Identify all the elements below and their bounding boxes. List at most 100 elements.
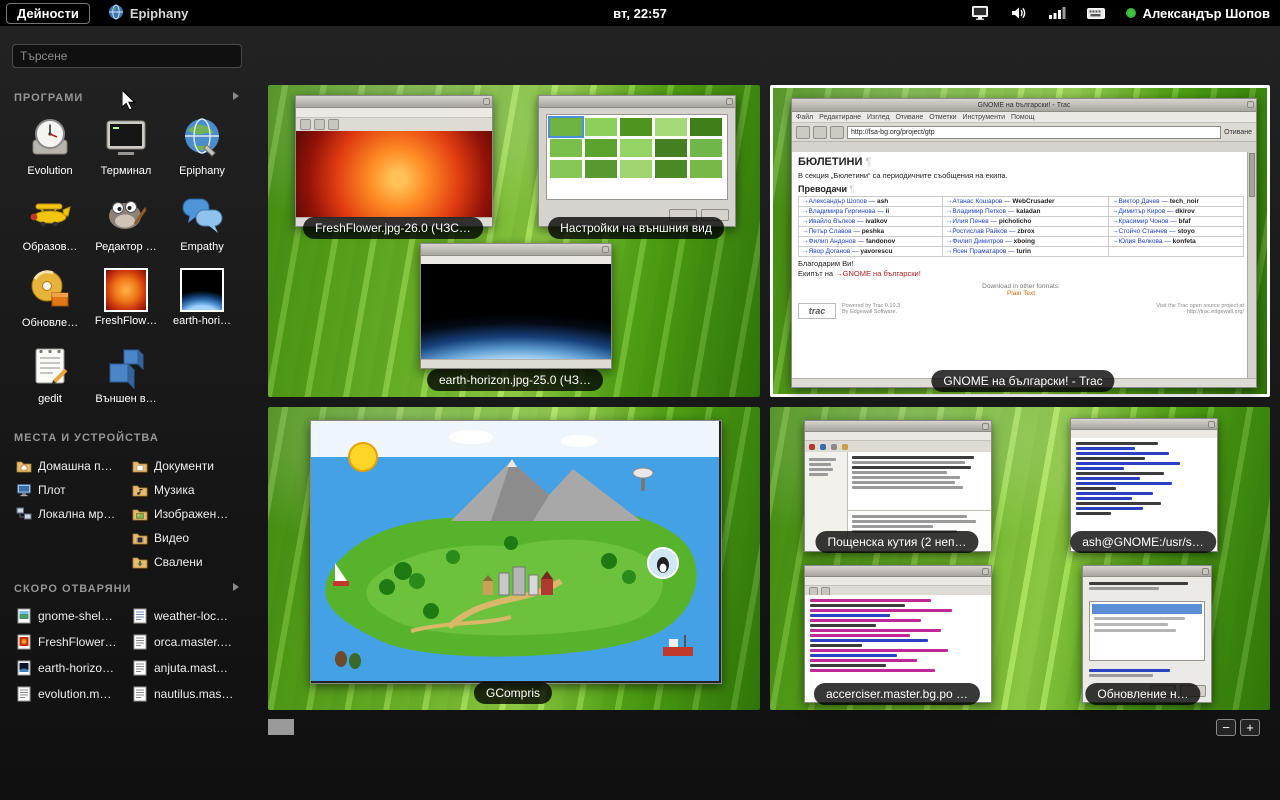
video-folder-icon — [132, 530, 148, 546]
app-empathy[interactable]: Empathy — [166, 190, 238, 264]
window-title-pill[interactable]: Настройки на външния вид — [548, 217, 724, 239]
place-home[interactable]: Домашна п… — [16, 458, 128, 474]
window-earth-viewer[interactable] — [420, 243, 612, 369]
search-input[interactable] — [12, 44, 242, 68]
update-list — [1089, 601, 1205, 661]
empathy-chat-icon — [178, 190, 226, 238]
app-label: gedit — [14, 393, 86, 405]
app-earth-horizon-file[interactable]: earth-hori… — [166, 266, 238, 340]
text-file-icon — [16, 686, 32, 702]
window-titlebar — [1071, 419, 1217, 430]
window-trac-browser[interactable]: GNOME на български! - Trac Файл Редактир… — [791, 98, 1257, 388]
pictures-folder-icon — [132, 506, 148, 522]
paragraph-mark: ¶ — [865, 156, 871, 168]
recent-orca-master[interactable]: orca.master.… — [132, 634, 244, 650]
volume-icon[interactable] — [1010, 5, 1028, 21]
close-icon — [982, 423, 989, 430]
app-gimp[interactable]: Редактор … — [90, 190, 162, 264]
programs-expand-icon[interactable] — [233, 92, 239, 100]
workspace-1[interactable]: FreshFlower.jpg-26.0 (ЧЗС… Настройки на … — [268, 85, 760, 397]
titlebar-text: GNOME на български! - Trac — [978, 102, 1071, 109]
window-freshflower-viewer[interactable] — [295, 95, 493, 227]
network-signal-icon[interactable] — [1048, 5, 1066, 21]
window-title-pill[interactable]: Обновление н… — [1085, 683, 1200, 705]
window-titlebar — [539, 96, 735, 108]
desktop-icon — [16, 482, 32, 498]
scrollbar[interactable] — [1247, 152, 1256, 379]
window-title-pill[interactable]: ash@GNOME:/usr/s… — [1070, 531, 1216, 553]
footer-link[interactable]: http://trac.edgewall.org/ — [1156, 309, 1244, 315]
window-title-pill[interactable]: earth-horizon.jpg-25.0 (ЧЗ… — [427, 369, 603, 391]
display-icon[interactable] — [970, 5, 990, 21]
workspace-indicator[interactable] — [268, 719, 294, 735]
window-title-pill[interactable]: accerciser.master.bg.po … — [814, 683, 980, 705]
app-appearance[interactable]: Външен в… — [90, 342, 162, 416]
recent-gnome-shell[interactable]: gnome-shel… — [16, 608, 128, 624]
trac-logo: trac — [798, 303, 836, 319]
window-gcompris[interactable] — [310, 420, 722, 684]
activities-button[interactable]: Дейности — [6, 3, 90, 24]
window-title-pill[interactable]: FreshFlower.jpg-26.0 (ЧЗС… — [303, 217, 483, 239]
team-link[interactable]: →GNOME на български! — [835, 269, 921, 278]
workspace-2-active[interactable]: GNOME на български! - Trac Файл Редактир… — [770, 85, 1270, 397]
recent-anjuta-master[interactable]: anjuta.mast… — [132, 660, 244, 676]
user-menu[interactable]: Александър Шопов — [1126, 6, 1270, 21]
workspace-3[interactable]: GCompris — [268, 407, 760, 710]
window-appearance-prefs[interactable] — [538, 95, 736, 227]
team-text: Екипът на — [798, 269, 835, 278]
app-gedit[interactable]: gedit — [14, 342, 86, 416]
recent-header: СКОРО ОТВАРЯНИ — [14, 583, 131, 595]
place-documents[interactable]: Документи — [132, 458, 244, 474]
app-label: Външен в… — [90, 393, 162, 405]
recent-freshflower[interactable]: FreshFlower… — [16, 634, 128, 650]
place-downloads[interactable]: Свалени — [132, 554, 244, 570]
window-title-pill[interactable]: GCompris — [474, 682, 552, 704]
selected-update-row[interactable] — [1092, 604, 1202, 614]
clock[interactable]: вт, 22:57 — [613, 6, 667, 21]
place-local-network[interactable]: Локална мр… — [16, 506, 128, 522]
forward-icon[interactable] — [813, 126, 827, 139]
add-workspace-button[interactable]: + — [1240, 719, 1260, 736]
recent-nautilus-master[interactable]: nautilus.mas… — [132, 686, 244, 702]
place-music[interactable]: Музика — [132, 482, 244, 498]
thanks-text: Благодарим Ви! — [798, 259, 1244, 268]
app-label: Epiphany — [166, 165, 238, 177]
earth-image — [421, 264, 611, 360]
text-file-icon — [132, 660, 148, 676]
gcompris-scene — [311, 421, 719, 681]
app-software-update[interactable]: Обновле… — [14, 266, 86, 340]
recent-expand-icon[interactable] — [233, 583, 239, 591]
recent-label: nautilus.mas… — [154, 687, 233, 701]
keyboard-icon[interactable] — [1086, 5, 1106, 21]
app-evolution[interactable]: Evolution — [14, 114, 86, 188]
app-terminal[interactable]: Терминал — [90, 114, 162, 188]
remove-workspace-button[interactable]: − — [1216, 719, 1236, 736]
recent-evolution-file[interactable]: evolution.m… — [16, 686, 128, 702]
recent-label: orca.master.… — [154, 635, 232, 649]
plain-text-link[interactable]: Plain Text — [798, 290, 1244, 297]
browser-content: БЮЛЕТИНИ ¶ В секция „Бюлетини“ са период… — [792, 152, 1256, 379]
place-label: Домашна п… — [38, 459, 113, 473]
reload-icon[interactable] — [830, 126, 844, 139]
place-video[interactable]: Видео — [132, 530, 244, 546]
epiphany-icon — [178, 114, 226, 162]
trac-footer: trac Powered by Trac 0.10.3 By Edgewall … — [798, 303, 1244, 319]
place-label: Плот — [38, 483, 66, 497]
url-field[interactable]: http://fsa-bg.org/project/gtp — [847, 126, 1221, 139]
app-gcompris[interactable]: Образов… — [14, 190, 86, 264]
freshflower-thumbnail-icon — [104, 268, 148, 312]
app-epiphany[interactable]: Epiphany — [166, 114, 238, 188]
go-button[interactable]: Отиване — [1224, 129, 1252, 136]
app-menu[interactable]: Epiphany — [108, 4, 189, 23]
app-label: Образов… — [14, 241, 86, 253]
recent-earth-horizon[interactable]: earth-horizo… — [16, 660, 128, 676]
recent-weather-loc[interactable]: weather-loc… — [132, 608, 244, 624]
place-pictures[interactable]: Изображен… — [132, 506, 244, 522]
place-desktop[interactable]: Плот — [16, 482, 128, 498]
app-freshflower-file[interactable]: FreshFlow… — [90, 266, 162, 340]
back-icon[interactable] — [796, 126, 810, 139]
window-title-pill[interactable]: Пощенска кутия (2 неп… — [815, 531, 978, 553]
window-menubar — [296, 108, 492, 118]
workspace-4[interactable]: Пощенска кутия (2 неп… ash@GNOME:/usr/s…… — [770, 407, 1270, 710]
window-title-pill[interactable]: GNOME на български! - Trac — [931, 370, 1114, 392]
